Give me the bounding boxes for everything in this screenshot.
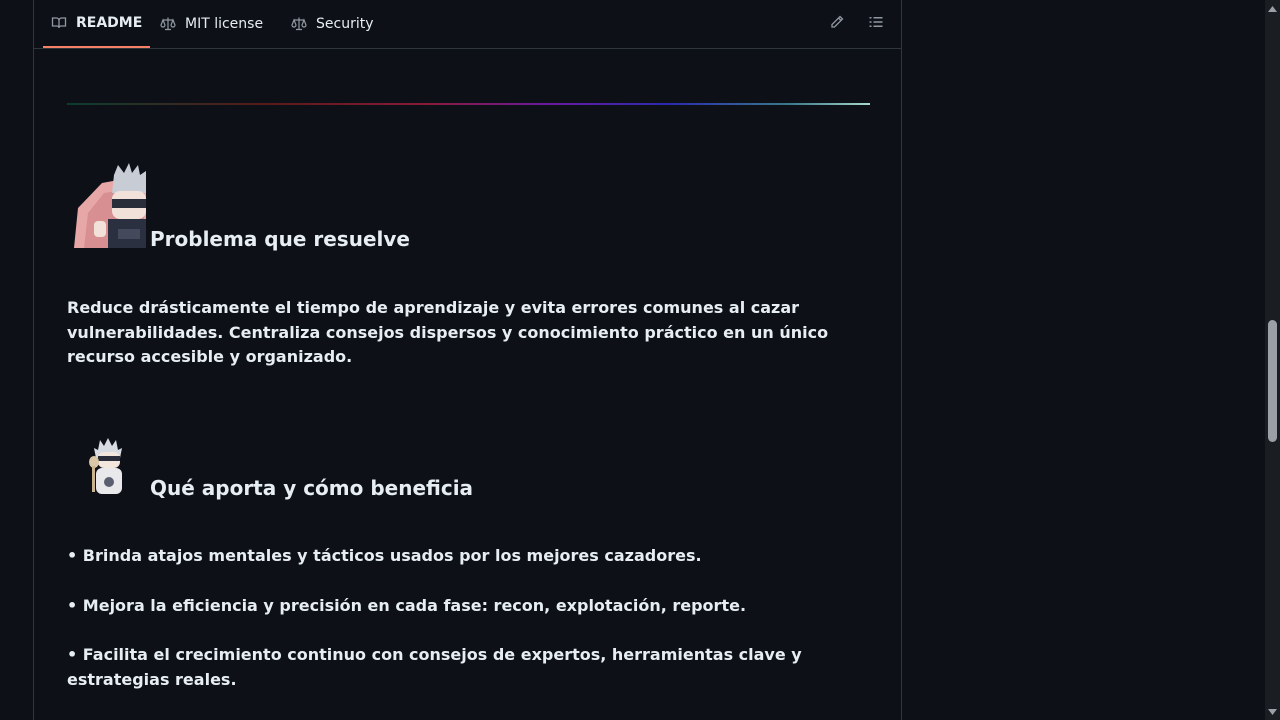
problem-paragraph: Reduce drásticamente el tiempo de aprend… [67, 298, 829, 366]
section-heading-benefit: Qué aporta y cómo beneficia [150, 476, 474, 500]
tab-mit-license-label: MIT license [185, 16, 264, 32]
list-unordered-icon [868, 14, 884, 34]
benefit-list-item: • Mejora la eficiencia y precisión en ca… [67, 596, 747, 615]
benefit-list-item: • Brinda atajos mentales y tácticos usad… [67, 546, 702, 565]
page: README MIT license Security Problema que… [0, 0, 1280, 720]
law-icon [291, 16, 307, 32]
scroll-down-arrow-icon[interactable] [1265, 703, 1280, 720]
benefit-list-item: • Facilita el crecimiento continuo con c… [67, 645, 802, 689]
pencil-icon [829, 14, 845, 34]
rainbow-divider [67, 103, 870, 105]
book-icon [51, 15, 67, 31]
edit-file-button[interactable] [825, 12, 849, 36]
tab-security-label: Security [316, 16, 374, 32]
anime-chibi-image [88, 438, 130, 498]
vertical-scrollbar[interactable] [1265, 0, 1280, 720]
scroll-up-arrow-icon[interactable] [1265, 0, 1280, 17]
section-heading-problem: Problema que resuelve [150, 227, 410, 251]
readme-tabbar: README MIT license Security [34, 0, 901, 49]
tab-readme-label: README [76, 15, 143, 31]
anime-character-image [74, 163, 146, 248]
readme-container: README MIT license Security Problema que… [33, 0, 902, 720]
outline-button[interactable] [864, 12, 888, 36]
tab-readme[interactable]: README [43, 0, 151, 48]
law-icon [160, 16, 176, 32]
tab-mit-license[interactable]: MIT license [160, 0, 263, 48]
scrollbar-thumb[interactable] [1268, 320, 1277, 442]
tab-security[interactable]: Security [291, 0, 374, 48]
